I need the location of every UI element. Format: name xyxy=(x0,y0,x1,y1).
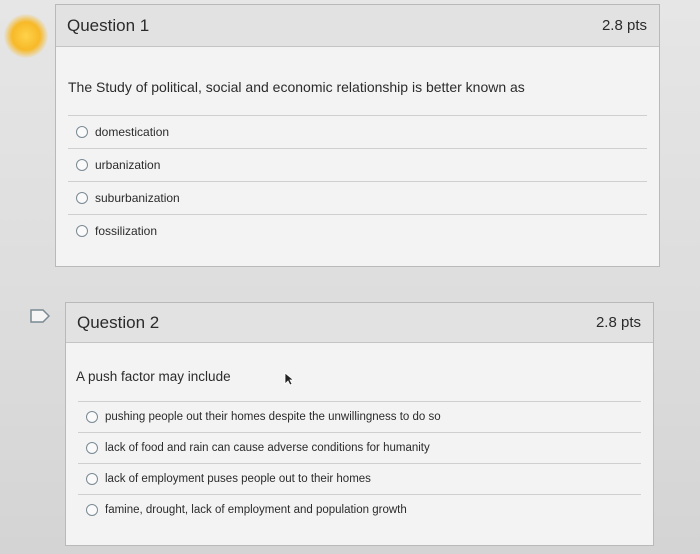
answer-option[interactable]: famine, drought, lack of employment and … xyxy=(78,494,641,525)
question-2-title: Question 2 xyxy=(77,312,160,332)
question-2-points: 2.8 pts xyxy=(595,314,641,331)
answer-label: domestication xyxy=(95,125,170,139)
answer-label: fossilization xyxy=(95,224,158,238)
answer-option[interactable]: pushing people out their homes despite t… xyxy=(78,401,641,432)
radio-button[interactable] xyxy=(86,504,98,516)
radio-button[interactable] xyxy=(86,473,98,485)
answer-label: lack of food and rain can cause adverse … xyxy=(105,442,430,454)
question-1-header: Question 1 2.8 pts xyxy=(56,5,659,47)
answer-label: pushing people out their homes despite t… xyxy=(105,411,441,423)
radio-button[interactable] xyxy=(86,442,98,454)
question-2-answers: pushing people out their homes despite t… xyxy=(78,401,641,525)
answer-option[interactable]: fossilization xyxy=(68,214,647,247)
answer-option[interactable]: suburbanization xyxy=(68,181,647,214)
question-2-prompt: A push factor may include xyxy=(76,369,231,384)
question-1-card: Question 1 2.8 pts The Study of politica… xyxy=(55,4,660,267)
answer-label: urbanization xyxy=(95,158,161,172)
flag-question-icon[interactable] xyxy=(30,309,50,323)
radio-button[interactable] xyxy=(86,411,98,423)
mouse-cursor-icon xyxy=(284,372,294,386)
question-1-answers: domestication urbanization suburbanizati… xyxy=(68,115,647,247)
answer-label: famine, drought, lack of employment and … xyxy=(105,504,407,516)
radio-button[interactable] xyxy=(76,225,88,237)
answer-option[interactable]: lack of food and rain can cause adverse … xyxy=(78,432,641,463)
answer-option[interactable]: domestication xyxy=(68,115,647,148)
radio-button[interactable] xyxy=(76,159,88,171)
question-2-header: Question 2 2.8 pts xyxy=(66,303,653,343)
answer-label: suburbanization xyxy=(95,191,180,205)
answer-label: lack of employment puses people out to t… xyxy=(105,473,371,485)
answer-option[interactable]: lack of employment puses people out to t… xyxy=(78,463,641,494)
radio-button[interactable] xyxy=(76,126,88,138)
highlight-glow xyxy=(4,14,48,58)
question-1-title: Question 1 xyxy=(67,15,150,35)
radio-button[interactable] xyxy=(76,192,88,204)
answer-option[interactable]: urbanization xyxy=(68,148,647,181)
question-1-prompt: The Study of political, social and econo… xyxy=(68,79,525,95)
question-1-points: 2.8 pts xyxy=(601,17,647,34)
question-2-card: Question 2 2.8 pts A push factor may inc… xyxy=(65,302,654,546)
